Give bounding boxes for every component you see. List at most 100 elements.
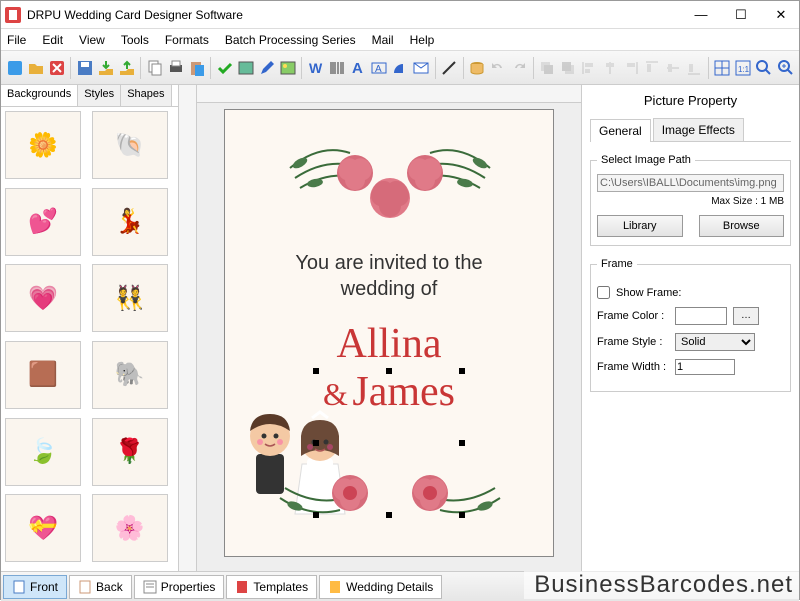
side-tab-backgrounds[interactable]: Backgrounds bbox=[1, 85, 78, 106]
menu-tools[interactable]: Tools bbox=[121, 33, 149, 47]
wordart-icon[interactable]: W bbox=[306, 57, 325, 79]
picture-icon[interactable] bbox=[278, 57, 297, 79]
bg-thumb[interactable]: 🌼 bbox=[5, 111, 81, 179]
show-frame-checkbox[interactable] bbox=[597, 286, 610, 299]
properties-panel: Picture Property General Image Effects S… bbox=[581, 85, 799, 571]
line-icon[interactable] bbox=[439, 57, 458, 79]
side-tab-styles[interactable]: Styles bbox=[78, 85, 121, 106]
svg-text:1:1: 1:1 bbox=[738, 65, 750, 74]
bg-thumb[interactable]: 🍃 bbox=[5, 418, 81, 486]
zoom-icon[interactable] bbox=[755, 57, 774, 79]
selection-handle[interactable] bbox=[313, 368, 319, 374]
selection-handle[interactable] bbox=[459, 440, 465, 446]
new-icon[interactable] bbox=[5, 57, 24, 79]
status-tab-front[interactable]: Front bbox=[3, 575, 67, 599]
invite-line1: You are invited to the bbox=[225, 250, 553, 276]
bg-thumb[interactable]: 💃 bbox=[92, 188, 168, 256]
align-left-icon[interactable] bbox=[580, 57, 599, 79]
align-center-icon[interactable] bbox=[601, 57, 620, 79]
bg-thumb[interactable]: 💕 bbox=[5, 188, 81, 256]
menu-view[interactable]: View bbox=[79, 33, 105, 47]
menu-batch[interactable]: Batch Processing Series bbox=[225, 33, 356, 47]
image-path-legend: Select Image Path bbox=[597, 154, 695, 166]
selection-handle[interactable] bbox=[313, 512, 319, 518]
pen-icon[interactable] bbox=[257, 57, 276, 79]
bring-front-icon[interactable] bbox=[559, 57, 578, 79]
image-icon[interactable] bbox=[236, 57, 255, 79]
close-button[interactable]: ✕ bbox=[767, 5, 795, 25]
bg-thumb[interactable]: 💗 bbox=[5, 264, 81, 332]
svg-text:A: A bbox=[352, 60, 363, 77]
bg-thumb[interactable]: 🌸 bbox=[92, 494, 168, 562]
paste-icon[interactable] bbox=[187, 57, 206, 79]
send-back-icon[interactable] bbox=[537, 57, 556, 79]
frame-width-input[interactable] bbox=[675, 359, 735, 375]
align-top-icon[interactable] bbox=[643, 57, 662, 79]
shape-icon[interactable] bbox=[391, 57, 410, 79]
color-picker-button[interactable]: … bbox=[733, 307, 759, 325]
name1: Allina bbox=[337, 321, 442, 367]
export-icon[interactable] bbox=[96, 57, 115, 79]
wedding-card[interactable]: You are invited to the wedding of Allina… bbox=[224, 109, 554, 557]
frame-style-label: Frame Style : bbox=[597, 336, 669, 348]
maximize-button[interactable]: ☐ bbox=[727, 5, 755, 25]
check-icon[interactable] bbox=[215, 57, 234, 79]
bg-thumb[interactable]: 💝 bbox=[5, 494, 81, 562]
import-icon[interactable] bbox=[117, 57, 136, 79]
menu-file[interactable]: File bbox=[7, 33, 26, 47]
side-tab-shapes[interactable]: Shapes bbox=[121, 85, 171, 106]
frame-style-select[interactable]: Solid bbox=[675, 333, 755, 351]
selection-handle[interactable] bbox=[313, 440, 319, 446]
selection-handle[interactable] bbox=[459, 512, 465, 518]
frame-group: Frame Show Frame: Frame Color : … Frame … bbox=[590, 258, 791, 392]
align-right-icon[interactable] bbox=[622, 57, 641, 79]
selection-handle[interactable] bbox=[386, 368, 392, 374]
list-icon bbox=[143, 580, 157, 594]
menu-edit[interactable]: Edit bbox=[42, 33, 63, 47]
open-icon[interactable] bbox=[26, 57, 45, 79]
invite-text: You are invited to the wedding of bbox=[225, 250, 553, 302]
browse-button[interactable]: Browse bbox=[699, 215, 785, 237]
redo-icon[interactable] bbox=[510, 57, 529, 79]
zoom-in-icon[interactable] bbox=[776, 57, 795, 79]
mail-icon[interactable] bbox=[412, 57, 431, 79]
selection-handle[interactable] bbox=[386, 512, 392, 518]
tab-general[interactable]: General bbox=[590, 119, 651, 142]
status-tab-wedding-details[interactable]: Wedding Details bbox=[319, 575, 442, 599]
copy-icon[interactable] bbox=[145, 57, 164, 79]
menu-help[interactable]: Help bbox=[410, 33, 435, 47]
close-file-icon[interactable] bbox=[47, 57, 66, 79]
status-tab-back[interactable]: Back bbox=[69, 575, 132, 599]
panel-title: Picture Property bbox=[590, 93, 791, 108]
menu-formats[interactable]: Formats bbox=[165, 33, 209, 47]
text-icon[interactable]: A bbox=[348, 57, 367, 79]
undo-icon[interactable] bbox=[488, 57, 507, 79]
status-tab-properties[interactable]: Properties bbox=[134, 575, 225, 599]
bg-thumb[interactable]: 🐚 bbox=[92, 111, 168, 179]
frame-color-swatch[interactable] bbox=[675, 307, 727, 325]
vertical-ruler bbox=[179, 85, 197, 571]
menu-mail[interactable]: Mail bbox=[372, 33, 394, 47]
align-bottom-icon[interactable] bbox=[685, 57, 704, 79]
image-path-input[interactable] bbox=[597, 174, 784, 192]
name2: James bbox=[352, 369, 455, 415]
bg-thumb[interactable]: 👯 bbox=[92, 264, 168, 332]
selection-handle[interactable] bbox=[459, 368, 465, 374]
bg-thumb[interactable]: 🌹 bbox=[92, 418, 168, 486]
grid-icon[interactable] bbox=[713, 57, 732, 79]
minimize-button[interactable]: — bbox=[687, 5, 715, 25]
align-middle-icon[interactable] bbox=[664, 57, 683, 79]
zoom-fit-icon[interactable]: 1:1 bbox=[734, 57, 753, 79]
save-icon[interactable] bbox=[75, 57, 94, 79]
print-icon[interactable] bbox=[166, 57, 185, 79]
status-tab-templates[interactable]: Templates bbox=[226, 575, 317, 599]
bg-thumb[interactable]: 🐘 bbox=[92, 341, 168, 409]
bg-thumb[interactable]: 🟫 bbox=[5, 341, 81, 409]
database-icon[interactable] bbox=[467, 57, 486, 79]
library-button[interactable]: Library bbox=[597, 215, 683, 237]
app-icon bbox=[5, 7, 21, 23]
barcode-icon[interactable] bbox=[327, 57, 346, 79]
textbox-icon[interactable]: A bbox=[369, 57, 388, 79]
frame-color-label: Frame Color : bbox=[597, 310, 669, 322]
tab-image-effects[interactable]: Image Effects bbox=[653, 118, 744, 141]
